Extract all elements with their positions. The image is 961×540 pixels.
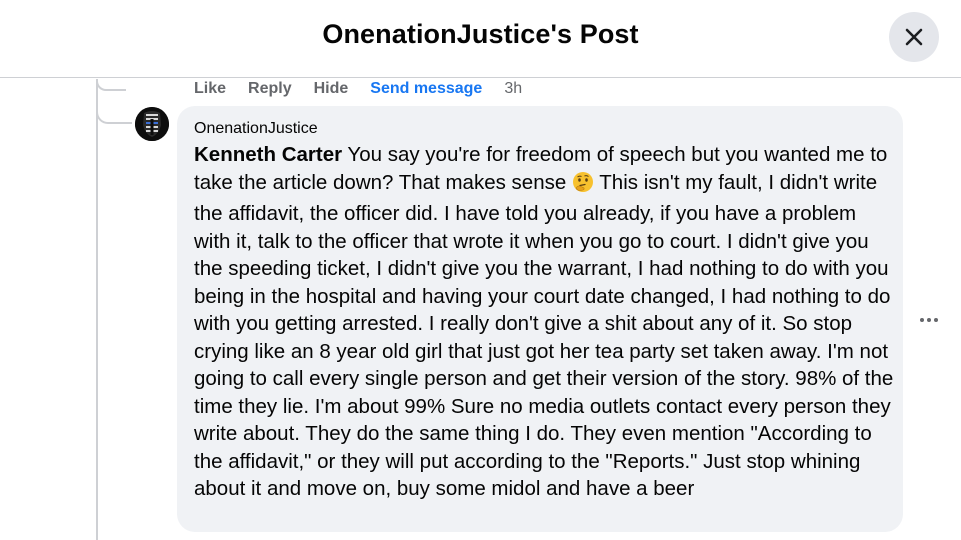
thinking-face-emoji <box>572 171 594 201</box>
comment-text-part2: This isn't my fault, I didn't write the … <box>194 170 894 501</box>
thread-connector-top <box>96 79 126 91</box>
thread-connector <box>96 104 132 124</box>
avatar-image <box>135 107 169 141</box>
thread-line <box>96 79 98 540</box>
close-button[interactable] <box>889 12 939 62</box>
comment-timestamp[interactable]: 3h <box>504 80 522 98</box>
comment-bubble: OnenationJustice Kenneth Carter You say … <box>177 106 903 532</box>
comment-actions: Like Reply Hide Send message 3h <box>194 78 522 100</box>
more-options-button[interactable] <box>913 307 945 333</box>
like-button[interactable]: Like <box>194 80 226 98</box>
comment-text: Kenneth Carter You say you're for freedo… <box>194 141 894 503</box>
comment-author[interactable]: OnenationJustice <box>194 120 887 138</box>
avatar[interactable] <box>135 107 169 141</box>
more-horizontal-icon <box>920 318 938 322</box>
post-header: OnenationJustice's Post <box>0 0 961 78</box>
hide-button[interactable]: Hide <box>314 80 349 98</box>
reply-button[interactable]: Reply <box>248 80 292 98</box>
close-icon <box>905 28 923 46</box>
page-title: OnenationJustice's Post <box>322 19 639 49</box>
send-message-link[interactable]: Send message <box>370 80 482 98</box>
mention-link[interactable]: Kenneth Carter <box>194 143 342 166</box>
